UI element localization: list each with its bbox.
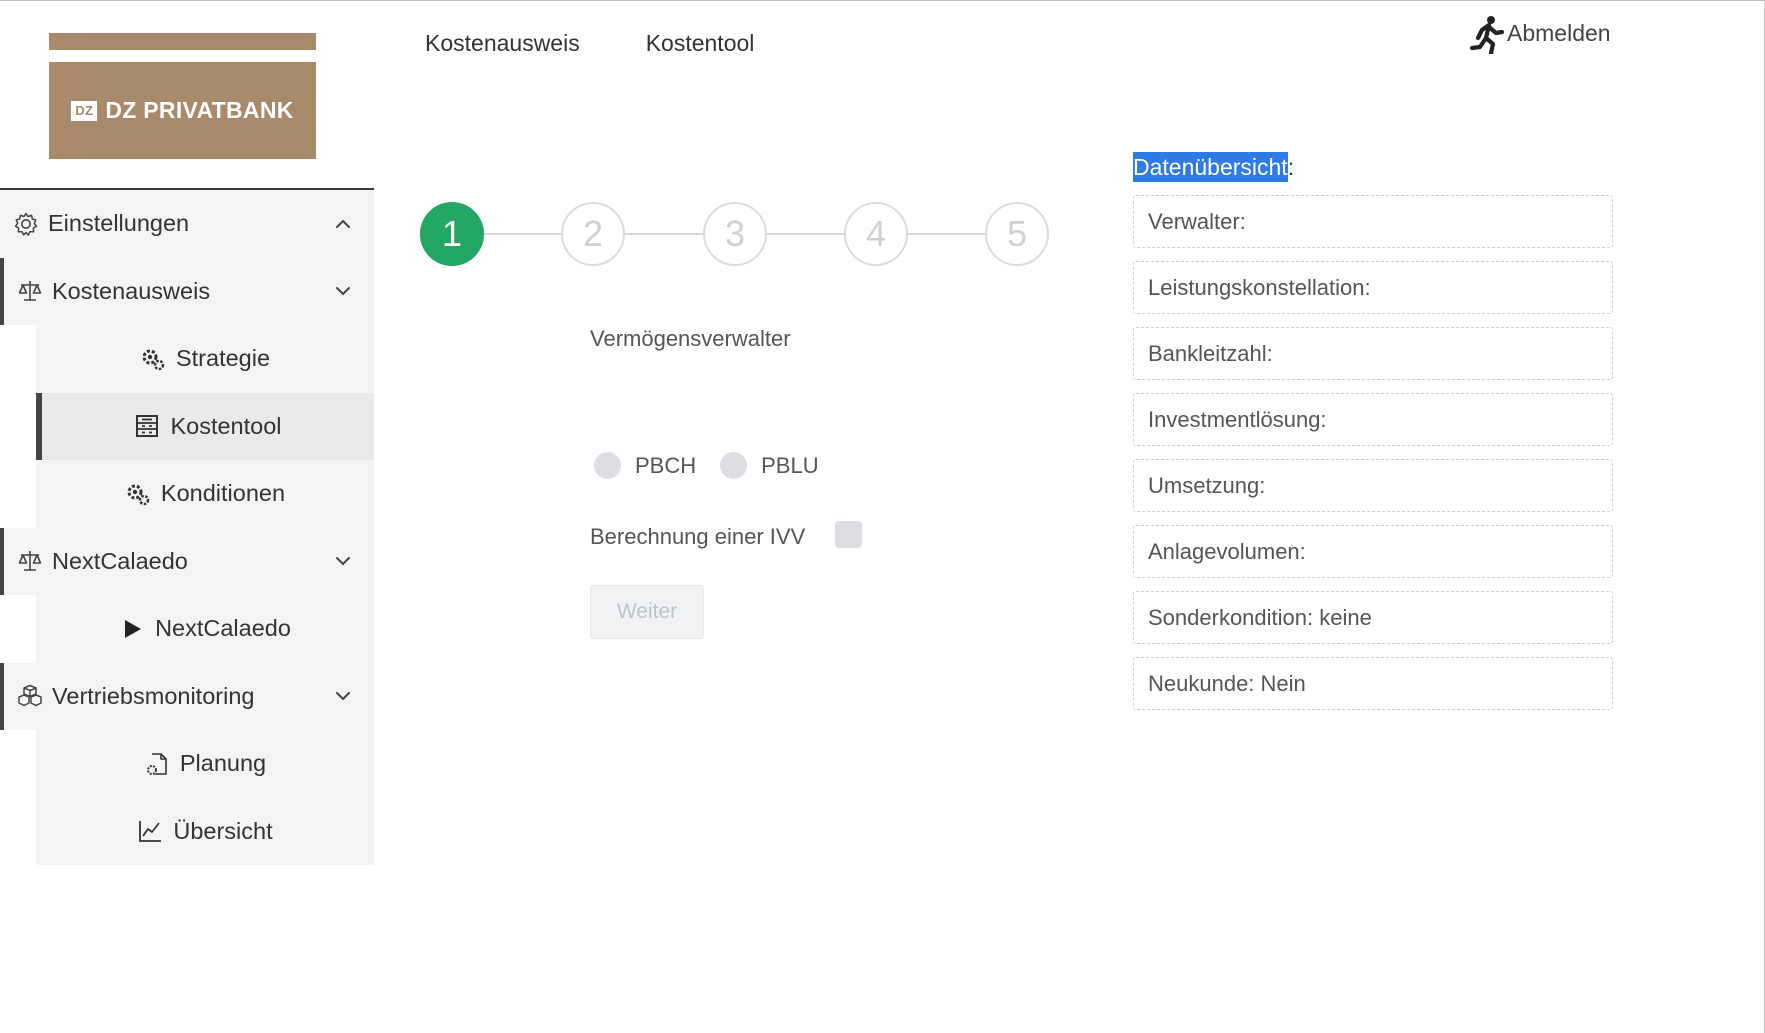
- gears-icon: [140, 346, 166, 372]
- sidebar-group-label: Einstellungen: [48, 210, 190, 237]
- logout-button[interactable]: Abmelden: [1469, 14, 1611, 54]
- sidebar-item-planung[interactable]: Planung: [36, 730, 374, 798]
- scale-icon: [16, 547, 44, 575]
- sidebar: Einstellungen Kostenausweis Strategie Ko…: [0, 190, 374, 865]
- step-2[interactable]: 2: [561, 202, 625, 266]
- ivv-label: Berechnung einer IVV: [590, 524, 806, 549]
- chevron-down-icon: [336, 287, 350, 296]
- ivv-checkbox[interactable]: [835, 520, 863, 548]
- sidebar-item-label: Übersicht: [173, 817, 273, 844]
- sidebar-group-kostenausweis[interactable]: Kostenausweis: [0, 257, 374, 325]
- sidebar-item-strategie[interactable]: Strategie: [36, 325, 374, 393]
- sidebar-item-label: Planung: [179, 750, 267, 777]
- overview-field-anlagevolumen: Anlagevolumen:: [1133, 525, 1613, 578]
- overview-field-sonderkondition: Sonderkondition: keine: [1133, 591, 1613, 644]
- boxes-icon: [16, 682, 44, 710]
- brand-logo[interactable]: DZ DZ PRIVATBANK: [49, 33, 316, 159]
- overview-field-leistungskonstellation: Leistungskonstellation:: [1133, 261, 1613, 314]
- overview-title-highlight: Datenübersicht: [1133, 152, 1288, 182]
- sidebar-group-vertriebsmonitoring[interactable]: Vertriebsmonitoring: [0, 662, 374, 730]
- overview-field-verwalter: Verwalter:: [1133, 195, 1613, 248]
- file-gear-icon: [144, 751, 170, 777]
- nav-kostenausweis[interactable]: Kostenausweis: [425, 30, 580, 57]
- sidebar-group-label: NextCalaedo: [52, 547, 188, 574]
- radio-pblu[interactable]: [720, 452, 748, 479]
- step-4[interactable]: 4: [844, 202, 908, 266]
- overview-title: Datenübersicht:: [1133, 152, 1295, 182]
- logo-text: DZ PRIVATBANK: [105, 97, 294, 123]
- verwalter-radio-group: PBCH PBLU: [594, 452, 843, 479]
- running-man-icon: [1469, 16, 1505, 54]
- radio-pbch-label[interactable]: PBCH: [635, 453, 696, 479]
- nav-kostentool[interactable]: Kostentool: [646, 30, 755, 57]
- sidebar-item-uebersicht[interactable]: Übersicht: [36, 797, 374, 865]
- chevron-down-icon: [336, 557, 350, 566]
- overview-title-suffix: :: [1287, 154, 1295, 180]
- logo-box: DZ DZ PRIVATBANK: [49, 62, 316, 159]
- wizard-stepper: 1 2 3 4 5: [420, 202, 1049, 266]
- gear-icon: [12, 210, 40, 238]
- step-1[interactable]: 1: [420, 202, 484, 266]
- sidebar-item-label: Konditionen: [160, 480, 286, 507]
- overview-field-neukunde: Neukunde: Nein: [1133, 657, 1613, 710]
- sidebar-group-einstellungen[interactable]: Einstellungen: [0, 190, 374, 258]
- chevron-up-icon: [336, 219, 350, 228]
- sidebar-group-nextcalaedo[interactable]: NextCalaedo: [0, 527, 374, 595]
- vermoegensverwalter-label: Vermögensverwalter: [590, 326, 791, 351]
- step-3[interactable]: 3: [703, 202, 767, 266]
- overview-field-bankleitzahl: Bankleitzahl:: [1133, 327, 1613, 380]
- ivv-row: Berechnung einer IVV: [590, 520, 863, 550]
- sidebar-item-label: Kostentool: [170, 412, 282, 439]
- weiter-button[interactable]: Weiter: [590, 585, 704, 639]
- radio-pblu-label[interactable]: PBLU: [761, 453, 818, 479]
- sidebar-item-label: Strategie: [175, 345, 271, 372]
- logo-mark-icon: DZ: [71, 100, 98, 121]
- sidebar-group-label: Kostenausweis: [52, 277, 211, 304]
- logout-label: Abmelden: [1507, 20, 1611, 46]
- line-chart-icon: [137, 818, 163, 844]
- top-navigation: Kostenausweis Kostentool: [425, 30, 754, 57]
- sidebar-item-kostentool[interactable]: Kostentool: [36, 392, 374, 460]
- chevron-down-icon: [336, 692, 350, 701]
- sidebar-item-konditionen[interactable]: Konditionen: [36, 460, 374, 528]
- logo-stripe: [49, 33, 316, 50]
- sidebar-group-label: Vertriebsmonitoring: [52, 682, 255, 709]
- scale-icon: [16, 277, 44, 305]
- overview-field-investmentloesung: Investmentlösung:: [1133, 393, 1613, 446]
- radio-pbch[interactable]: [594, 452, 621, 479]
- calculator-icon: [134, 413, 160, 439]
- top-border: [0, 0, 1765, 5]
- sidebar-item-label: NextCalaedo: [155, 615, 291, 642]
- gears-icon: [125, 481, 151, 507]
- play-icon: [119, 616, 145, 642]
- overview-field-umsetzung: Umsetzung:: [1133, 459, 1613, 512]
- sidebar-item-nextcalaedo[interactable]: NextCalaedo: [36, 595, 374, 663]
- step-5[interactable]: 5: [985, 202, 1049, 266]
